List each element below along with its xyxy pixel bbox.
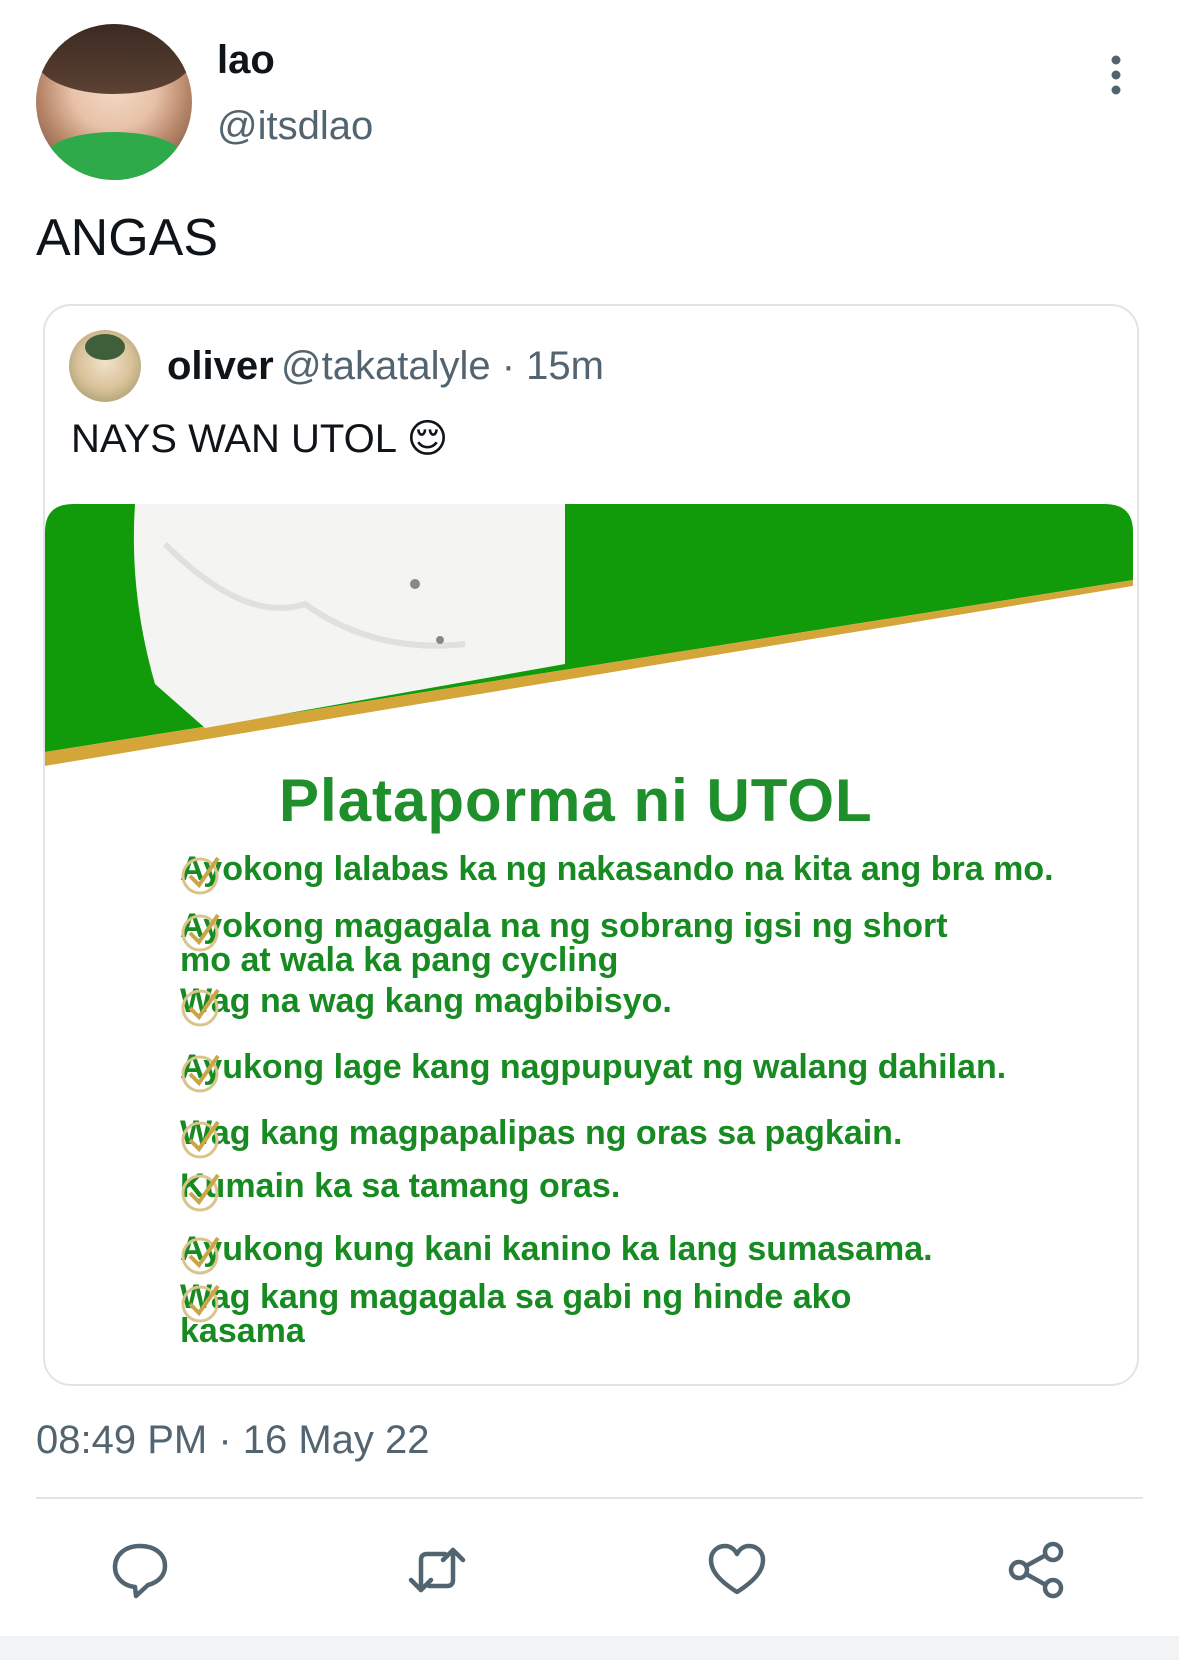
- quoted-tweet-text: NAYS WAN UTOL 😌: [71, 417, 449, 461]
- platform-item: Wag kang magpapalipas ng oras sa pagkain…: [180, 1114, 903, 1159]
- check-circle-icon: [181, 988, 220, 1027]
- author-avatar[interactable]: [36, 24, 192, 180]
- heart-icon: [708, 1543, 766, 1595]
- platform-item-text: Ayukong lage kang nagpupuyat ng walang d…: [180, 1048, 1007, 1086]
- check-circle-icon: [181, 1236, 220, 1275]
- quoted-author-meta: @takatalyle · 15m: [281, 344, 604, 388]
- platform-item-text: Wag kang magagala sa gabi ng hinde ako k…: [180, 1278, 852, 1350]
- check-circle-icon: [181, 1054, 220, 1093]
- quoted-author-name: oliver: [167, 344, 274, 388]
- platform-item-text: Ayukong kung kani kanino ka lang sumasam…: [180, 1230, 933, 1268]
- platform-item: Ayukong lage kang nagpupuyat ng walang d…: [180, 1048, 1007, 1093]
- reply-button[interactable]: [110, 1540, 170, 1600]
- platform-item: Ayokong lalabas ka ng nakasando na kita …: [180, 850, 1054, 895]
- share-button[interactable]: [1007, 1540, 1067, 1600]
- platform-item: Ayukong kung kani kanino ka lang sumasam…: [180, 1230, 933, 1275]
- author-handle[interactable]: @itsdlao: [217, 104, 373, 149]
- platform-item: Wag na wag kang magbibisyo.: [180, 982, 672, 1027]
- bottom-bar: [0, 1636, 1179, 1660]
- quoted-media-image[interactable]: Plataporma ni UTOL Ayokong lalabas ka ng…: [45, 504, 1133, 1382]
- check-circle-icon: [181, 1120, 220, 1159]
- retweet-button[interactable]: [407, 1540, 467, 1600]
- tweet-text: ANGAS: [36, 209, 219, 267]
- platform-item-text: Wag kang magpapalipas ng oras sa pagkain…: [180, 1114, 903, 1152]
- platform-item-text: Wag na wag kang magbibisyo.: [180, 982, 672, 1020]
- quoted-tweet-card[interactable]: oliver @takatalyle · 15m NAYS WAN UTOL 😌…: [43, 304, 1139, 1386]
- check-circle-icon: [181, 1284, 220, 1323]
- check-circle-icon: [181, 856, 220, 895]
- platform-item-text: Kumain ka sa tamang oras.: [180, 1167, 621, 1205]
- share-icon: [1008, 1541, 1064, 1599]
- platform-item-text: Ayokong lalabas ka ng nakasando na kita …: [180, 850, 1054, 888]
- platform-item: Wag kang magagala sa gabi ng hinde ako k…: [180, 1280, 980, 1348]
- divider: [36, 1497, 1143, 1499]
- platform-title: Plataporma ni UTOL: [279, 767, 873, 834]
- tweet-timestamp[interactable]: 08:49 PM · 16 May 22: [36, 1418, 430, 1463]
- author-display-name[interactable]: lao: [217, 38, 275, 83]
- platform-item-text: Ayokong magagala na ng sobrang igsi ng s…: [180, 907, 948, 979]
- platform-item: Ayokong magagala na ng sobrang igsi ng s…: [180, 909, 980, 977]
- check-circle-icon: [181, 913, 220, 952]
- more-vertical-icon[interactable]: [1102, 52, 1130, 102]
- retweet-icon: [408, 1547, 466, 1593]
- reply-icon: [112, 1543, 168, 1599]
- quoted-author-avatar[interactable]: [69, 330, 141, 402]
- like-button[interactable]: [707, 1540, 767, 1600]
- platform-item: Kumain ka sa tamang oras.: [180, 1167, 621, 1212]
- check-circle-icon: [181, 1173, 220, 1212]
